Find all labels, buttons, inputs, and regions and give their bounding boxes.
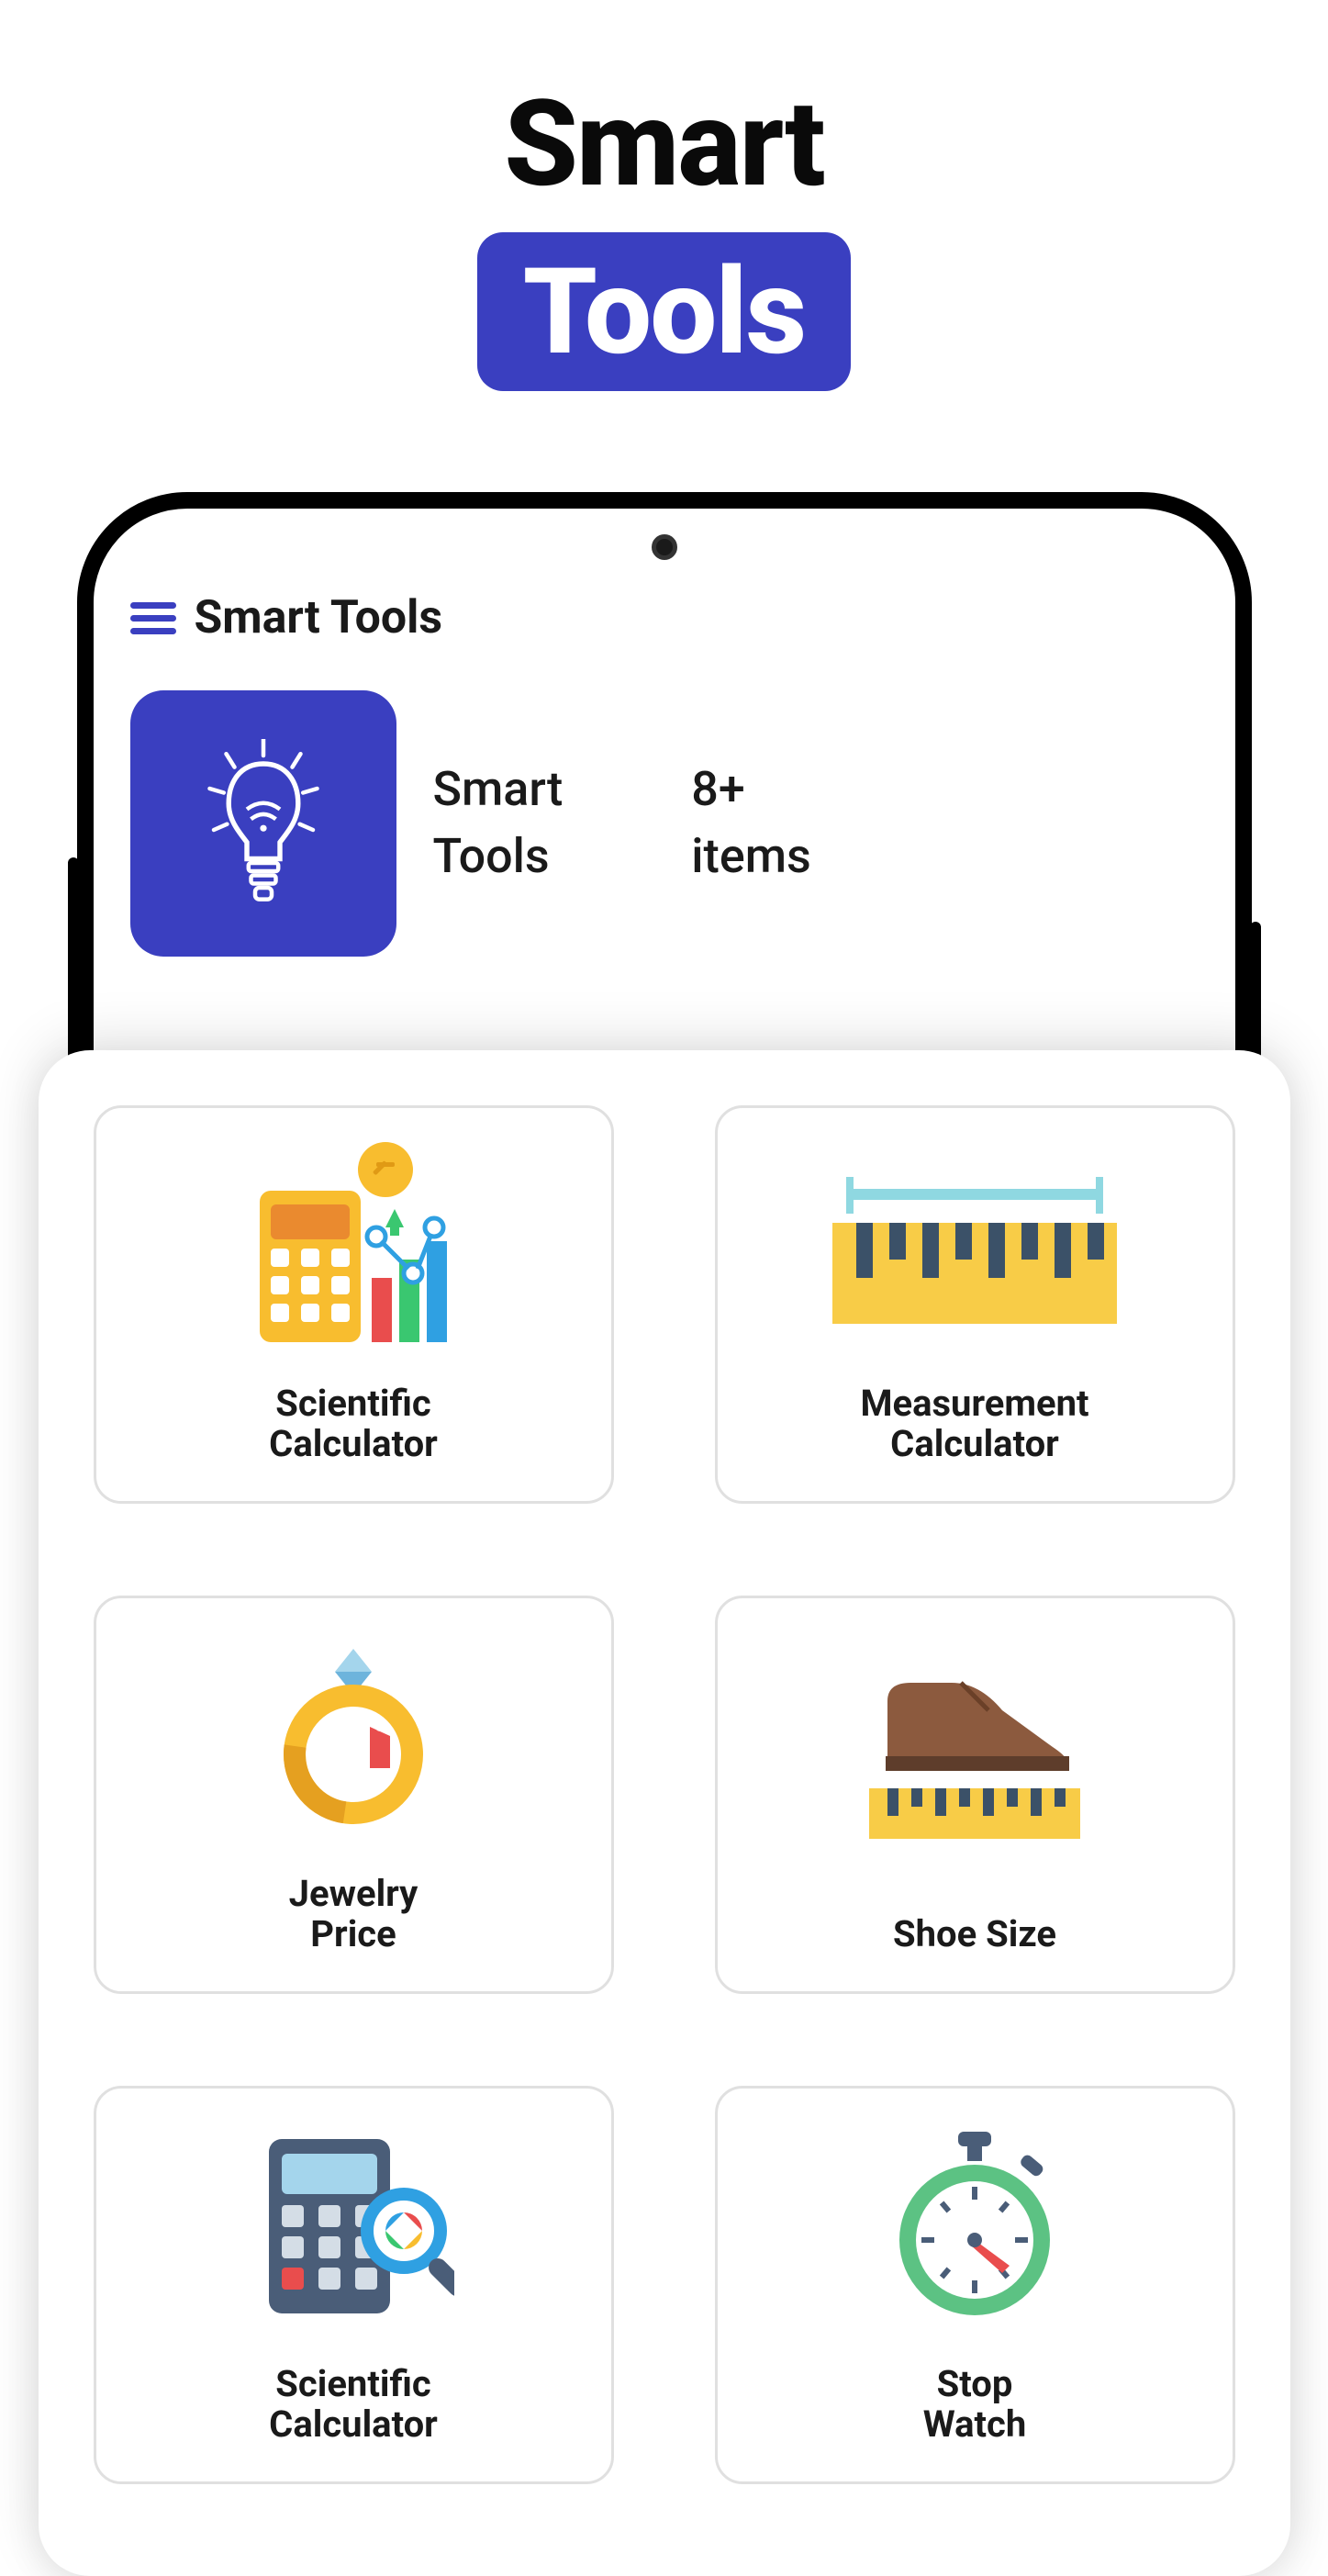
tool-label: Scientific Calculator bbox=[269, 1383, 438, 1464]
app-header-title: Smart Tools bbox=[195, 591, 443, 644]
tool-stop-watch[interactable]: Stop Watch bbox=[715, 2086, 1235, 2484]
title-line2: Tools bbox=[477, 232, 852, 391]
tool-jewelry-price[interactable]: Jewelry Price bbox=[94, 1596, 614, 1994]
tool-label: Measurement Calculator bbox=[860, 1383, 1088, 1464]
phone-camera bbox=[652, 534, 677, 560]
category-icon-box bbox=[130, 690, 396, 957]
phone-frame: Smart Tools bbox=[77, 492, 1252, 2328]
shoe-icon bbox=[736, 1626, 1214, 1887]
phone-side-button-left bbox=[68, 857, 79, 1078]
category-info: Smart Tools 8+ items bbox=[433, 756, 811, 890]
ruler-icon bbox=[736, 1136, 1214, 1356]
category-tile[interactable]: Smart Tools 8+ items bbox=[94, 672, 1235, 993]
tool-shoe-size[interactable]: Shoe Size bbox=[715, 1596, 1235, 1994]
tool-scientific-calculator-2[interactable]: Scientific Calculator bbox=[94, 2086, 614, 2484]
app-header: Smart Tools bbox=[94, 509, 1235, 672]
hamburger-menu-icon[interactable] bbox=[130, 599, 176, 636]
ring-icon bbox=[115, 1626, 593, 1846]
tool-label: Shoe Size bbox=[893, 1914, 1056, 1954]
tool-scientific-calculator[interactable]: Scientific Calculator bbox=[94, 1105, 614, 1504]
tool-measurement-calculator[interactable]: Measurement Calculator bbox=[715, 1105, 1235, 1504]
page-title: Smart Tools bbox=[0, 0, 1328, 391]
calculator-magnifier-icon bbox=[115, 2116, 593, 2336]
tool-label: Stop Watch bbox=[923, 2364, 1027, 2445]
tool-label: Scientific Calculator bbox=[269, 2364, 438, 2445]
scientific-calculator-icon bbox=[115, 1136, 593, 1356]
lightbulb-icon bbox=[199, 739, 328, 908]
tools-grid: Scientific Calculator bbox=[94, 1105, 1235, 2484]
category-name: Smart Tools bbox=[433, 756, 564, 890]
stopwatch-icon bbox=[736, 2116, 1214, 2336]
tool-label: Jewelry Price bbox=[289, 1874, 418, 1954]
tools-panel: Scientific Calculator bbox=[39, 1050, 1290, 2576]
title-line1: Smart bbox=[0, 73, 1328, 214]
category-count: 8+ items bbox=[691, 756, 810, 890]
